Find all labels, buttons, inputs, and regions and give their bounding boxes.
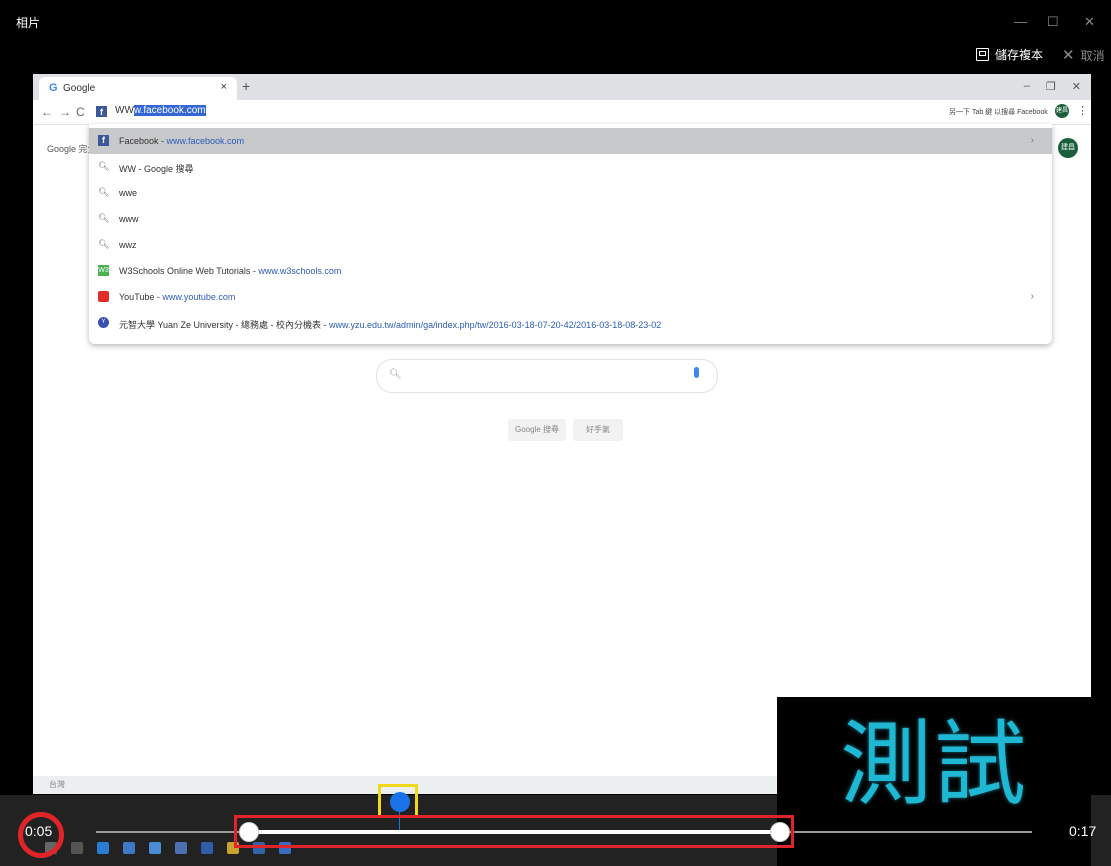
overlay-caption: 測試 <box>839 714 1028 816</box>
store-icon <box>149 842 161 854</box>
page-avatar: 建昌 <box>1058 138 1078 158</box>
search-icon: 🔍︎ <box>98 187 110 197</box>
close-icon: ✕ <box>1062 47 1075 64</box>
search-icon: 🔍︎ <box>98 161 110 171</box>
cancel-label: 取消 <box>1080 48 1105 63</box>
edge-icon <box>97 842 109 854</box>
suggestion-title: WW - Google 搜尋 <box>119 164 194 174</box>
suggestion-text: YouTube - www.youtube.com <box>119 292 235 302</box>
reload-icon: C <box>76 105 85 119</box>
suggestion-title: Facebook - <box>119 136 167 146</box>
suggestion-row: YouTube - www.youtube.com › <box>89 284 1052 310</box>
tab-close-icon: × <box>220 81 227 93</box>
mail-icon <box>175 842 187 854</box>
kebab-menu-icon: ⋮ <box>1077 105 1088 117</box>
tab-title: Google <box>63 83 96 94</box>
chevron-right-icon: › <box>1030 291 1034 302</box>
task-view-icon <box>71 842 83 854</box>
suggestion-text: 元智大學 Yuan Ze University - 總務處 - 校內分機表 - … <box>119 318 661 331</box>
minimize-button[interactable]: — <box>1014 14 1027 29</box>
search-icon: 🔍︎ <box>98 239 110 249</box>
suggestion-title: wwz <box>119 240 137 250</box>
forward-icon: → <box>59 105 71 119</box>
suggestion-text: W3Schools Online Web Tutorials - www.w3s… <box>119 266 341 276</box>
trim-range-highlight <box>234 815 794 848</box>
browser-toolbar: ← → C f WWw.facebook.com 另一下 Tab 鍵 以搜尋 F… <box>33 100 1091 125</box>
suggestion-text: WW - Google 搜尋 <box>119 162 194 175</box>
search-icon: 🔍︎ <box>98 213 110 223</box>
suggestion-row: Y 元智大學 Yuan Ze University - 總務處 - 校內分機表 -… <box>89 310 1052 336</box>
chevron-right-icon: › <box>1030 135 1034 146</box>
google-icon: G <box>49 82 58 94</box>
omnibox: WWw.facebook.com <box>115 105 206 116</box>
suggestion-url: www.facebook.com <box>166 136 245 146</box>
word-icon <box>201 842 213 854</box>
suggestion-row: 🔍︎ wwe <box>89 180 1052 206</box>
suggestion-row: W3 W3Schools Online Web Tutorials - www.w… <box>89 258 1052 284</box>
close-button[interactable]: ✕ <box>1084 14 1095 30</box>
suggestion-text: wwz <box>119 240 137 250</box>
profile-avatar: 建昌 <box>1055 104 1069 118</box>
facebook-icon: f <box>98 135 109 146</box>
browser-tabstrip: G Google × + – ❐ ✕ <box>33 74 1091 100</box>
browser-minimize-icon: – <box>1023 80 1030 92</box>
youtube-icon <box>98 291 109 302</box>
suggestion-row: 🔍︎ wwz <box>89 232 1052 258</box>
microphone-icon <box>694 367 699 378</box>
omnibox-dropdown: f Facebook - www.facebook.com › 🔍︎ WW - Goog… <box>89 124 1052 344</box>
omnibox-hint: 另一下 Tab 鍵 以搜尋 Facebook <box>949 109 1048 116</box>
suggestion-title: www <box>119 214 139 224</box>
google-search-button: Google 搜尋 <box>508 419 566 441</box>
suggestion-title: wwe <box>119 188 138 198</box>
omnibox-selected: w.facebook.com <box>133 105 206 116</box>
yzu-icon: Y <box>98 317 109 328</box>
new-tab-icon: + <box>242 78 251 94</box>
browser-restore-icon: ❐ <box>1045 81 1056 93</box>
suggestion-title: YouTube - <box>119 292 163 302</box>
suggestion-url: www.yzu.edu.tw/admin/ga/index.php/tw/201… <box>329 320 662 330</box>
suggestion-row: f Facebook - www.facebook.com › <box>89 128 1052 154</box>
suggestion-title: W3Schools Online Web Tutorials - <box>119 266 259 276</box>
end-time: 0:17 <box>1069 823 1097 839</box>
video-frame: G Google × + – ❐ ✕ ← → C f WWw.facebook.… <box>33 74 1091 794</box>
save-copy-button[interactable]: 儲存複本 <box>976 46 1043 63</box>
app-title: 相片 <box>16 16 41 30</box>
facebook-icon: f <box>96 106 107 117</box>
save-copy-label: 儲存複本 <box>995 48 1044 62</box>
lucky-button: 好手氣 <box>573 419 623 441</box>
save-icon <box>976 48 989 61</box>
current-time: 0:05 <box>25 823 53 839</box>
suggestion-text: Facebook - www.facebook.com <box>119 136 244 146</box>
suggestion-row: 🔍︎ WW - Google 搜尋 <box>89 154 1052 180</box>
w3schools-icon: W3 <box>98 265 109 276</box>
suggestion-row: 🔍︎ www <box>89 206 1052 232</box>
playhead-highlight <box>378 784 418 818</box>
back-icon: ← <box>41 105 53 119</box>
suggestion-title: 元智大學 Yuan Ze University - 總務處 - 校內分機表 - <box>119 320 330 330</box>
browser-close-icon: ✕ <box>1071 81 1081 93</box>
footer-country: 台灣 <box>49 780 65 789</box>
browser-tab: G Google × <box>39 77 237 100</box>
search-icon: 🔍︎ <box>389 369 402 380</box>
browser-window-controls: – ❐ ✕ <box>1024 80 1081 93</box>
suggestion-text: www <box>119 214 139 224</box>
suggestion-url: www.youtube.com <box>162 292 236 302</box>
omnibox-typed: WW <box>115 105 134 116</box>
maximize-button[interactable]: ☐ <box>1047 14 1059 30</box>
suggestion-url: www.w3schools.com <box>258 266 342 276</box>
explorer-icon <box>123 842 135 854</box>
suggestion-text: wwe <box>119 188 137 198</box>
cancel-button[interactable]: ✕ 取消 <box>1062 46 1105 64</box>
google-search-box: 🔍︎ <box>376 359 718 393</box>
